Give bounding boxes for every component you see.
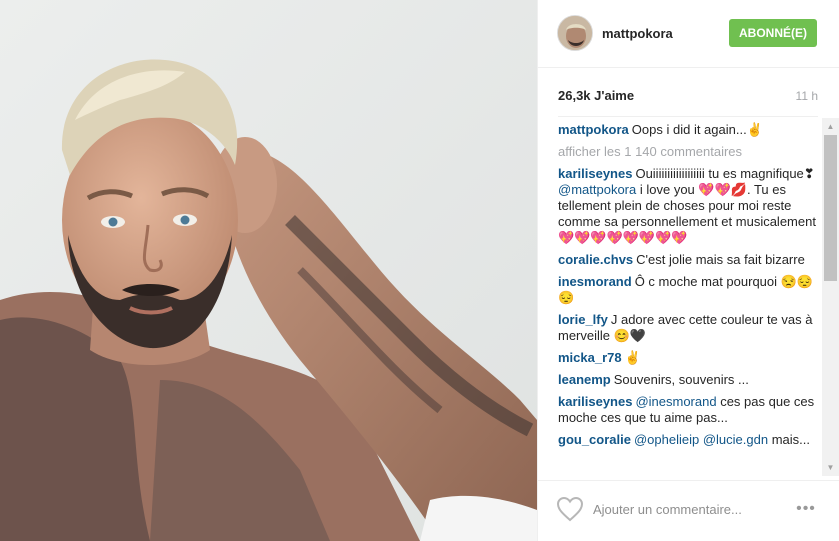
comment-username[interactable]: micka_r78 [558, 350, 622, 365]
comment-text: ✌ [624, 350, 641, 365]
comment-username[interactable]: coralie.chvs [558, 252, 633, 267]
comment-username[interactable]: leanemp [558, 372, 611, 387]
comment-text: Ouiiiiiiiiiiiiiiiiii tu es magnifique❣ [635, 166, 815, 181]
avatar[interactable] [557, 15, 593, 51]
comment-text: mais... [771, 432, 810, 447]
scrollbar-thumb[interactable] [824, 135, 837, 281]
add-comment-input[interactable] [593, 499, 773, 519]
caption-username[interactable]: mattpokora [558, 122, 629, 137]
likes-count[interactable]: 26,3k J'aime [558, 88, 634, 103]
comment-item: gou_coralie @ophelieip @lucie.gdn mais... [558, 432, 822, 448]
comment-item: leanemp Souvenirs, souvenirs ... [558, 372, 822, 388]
comment-items: kariliseynes Ouiiiiiiiiiiiiiiiiii tu es m… [558, 166, 822, 448]
caption: mattpokora Oops i did it again...✌ [558, 122, 822, 138]
comment-mention-link[interactable]: @mattpokora [558, 182, 636, 197]
comment-text: C'est jolie mais sa fait bizarre [636, 252, 805, 267]
comments-scrollbar[interactable]: ▲ ▼ [822, 118, 839, 476]
follow-button[interactable]: ABONNÉ(E) [729, 19, 817, 47]
comment-username[interactable]: inesmorand [558, 274, 632, 289]
username-link[interactable]: mattpokora [602, 26, 673, 41]
comment-username[interactable]: gou_coralie [558, 432, 631, 447]
post-image [0, 0, 537, 541]
comment-username[interactable]: kariliseynes [558, 394, 632, 409]
comment-item: lorie_lfy J adore avec cette couleur te v… [558, 312, 822, 344]
comment-username[interactable]: lorie_lfy [558, 312, 608, 327]
stats-row: 26,3k J'aime 11 h [558, 88, 818, 106]
post-details-panel: mattpokora ABONNÉ(E) 26,3k J'aime 11 h m… [537, 0, 839, 541]
comment-item: micka_r78 ✌ [558, 350, 822, 366]
post-footer: ••• [538, 480, 839, 541]
post-photo[interactable] [0, 0, 537, 541]
post-timestamp[interactable]: 11 h [796, 89, 818, 103]
comments-list: mattpokora Oops i did it again...✌ affich… [558, 122, 822, 480]
comment-text: Souvenirs, souvenirs ... [613, 372, 749, 387]
post-header: mattpokora ABONNÉ(E) [538, 0, 839, 68]
more-options-button[interactable]: ••• [792, 499, 820, 519]
caption-text: Oops i did it again...✌ [631, 122, 763, 137]
load-more-comments-link[interactable]: afficher les 1 140 commentaires [558, 144, 822, 160]
scroll-up-arrow-icon[interactable]: ▲ [822, 118, 839, 135]
comment-mention-link[interactable]: @ophelieip @lucie.gdn [634, 432, 768, 447]
comment-username[interactable]: kariliseynes [558, 166, 632, 181]
comment-item: coralie.chvs C'est jolie mais sa fait biz… [558, 252, 822, 268]
comment-item: kariliseynes Ouiiiiiiiiiiiiiiiiii tu es m… [558, 166, 822, 246]
scroll-down-arrow-icon[interactable]: ▼ [822, 459, 839, 476]
comment-item: inesmorand Ô c moche mat pourquoi 😒😔😔 [558, 274, 822, 306]
comment-item: kariliseynes @inesmorand ces pas que ces … [558, 394, 822, 426]
like-button[interactable] [556, 496, 584, 522]
heart-outline-icon [556, 496, 584, 522]
divider [558, 116, 818, 117]
comment-mention-link[interactable]: @inesmorand [635, 394, 716, 409]
avatar-image [558, 16, 592, 50]
